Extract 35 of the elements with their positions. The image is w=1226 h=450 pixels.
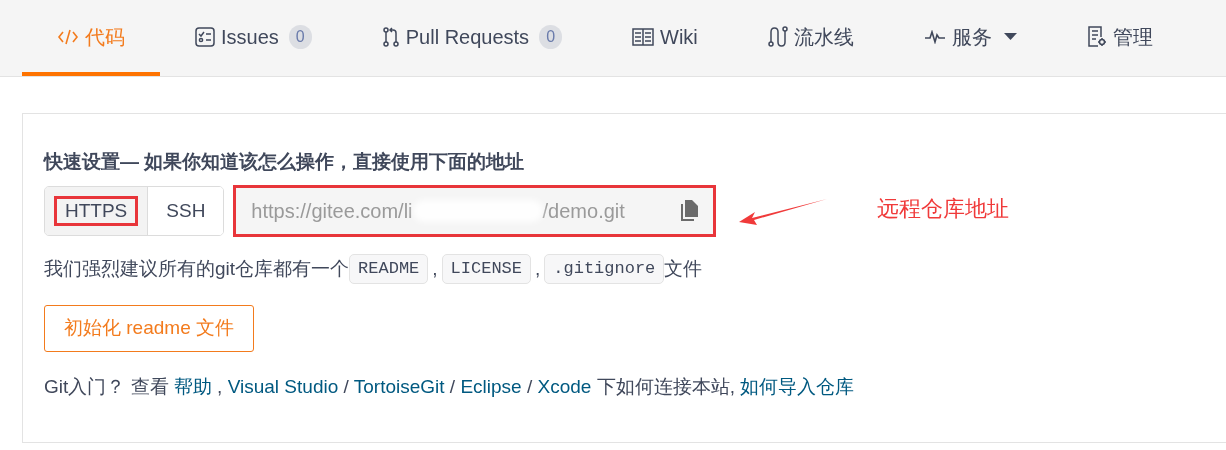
help-link[interactable]: Visual Studio [227, 376, 339, 397]
checklist-icon [195, 26, 215, 47]
pull-request-icon [381, 26, 400, 47]
help-text: Git入门？ 查看 帮助 , Visual Studio / TortoiseGit / Eclipse / Xcode 下如何连接本站, 如何导入仓库 [44, 375, 855, 399]
count-badge: 0 [288, 24, 312, 49]
help-link[interactable]: Eclipse [460, 376, 522, 397]
url-end: /demo.git [542, 199, 625, 224]
file-name-code: .gitignore [544, 254, 665, 284]
nav-tab[interactable]: Pull Requests 0 [346, 1, 598, 76]
annotation-label: 远程仓库地址 [877, 195, 1009, 223]
copy-icon[interactable] [680, 200, 699, 222]
protocol-button[interactable]: HTTPS [45, 187, 148, 235]
help-link[interactable]: 如何导入仓库 [740, 376, 855, 397]
help-link[interactable]: TortoiseGit [353, 376, 445, 397]
file-name-code: LICENSE [441, 254, 531, 284]
recommend-text: 我们强烈建议所有的git仓库都有一个 [44, 256, 350, 281]
file-name-code: README [349, 254, 429, 284]
nav-tab[interactable]: 服务 [888, 1, 1052, 76]
comma: , [432, 256, 438, 281]
protocol-button[interactable]: SSH [147, 187, 224, 235]
nav-tab[interactable]: 流水线 [732, 1, 889, 76]
pipeline-icon [767, 25, 788, 48]
url-start: https://gitee.com/li [251, 199, 413, 224]
help-link[interactable]: 帮助 [173, 376, 212, 397]
pulse-icon [923, 29, 946, 44]
recommend-text-end: 文件 [664, 256, 703, 281]
nav-tab[interactable]: 管理 [1051, 1, 1188, 76]
comma: , [535, 256, 541, 281]
document-gear-icon [1086, 25, 1107, 48]
section-title: 快速设置— 如果你知道该怎么操作，直接使用下面的地址 [44, 150, 525, 174]
nav-tab[interactable]: Issues 0 [160, 1, 347, 76]
nav-tab[interactable]: Wiki [597, 1, 733, 76]
count-badge: 0 [539, 24, 563, 49]
help-link[interactable]: Xcode [537, 376, 592, 397]
book-icon [632, 27, 655, 46]
